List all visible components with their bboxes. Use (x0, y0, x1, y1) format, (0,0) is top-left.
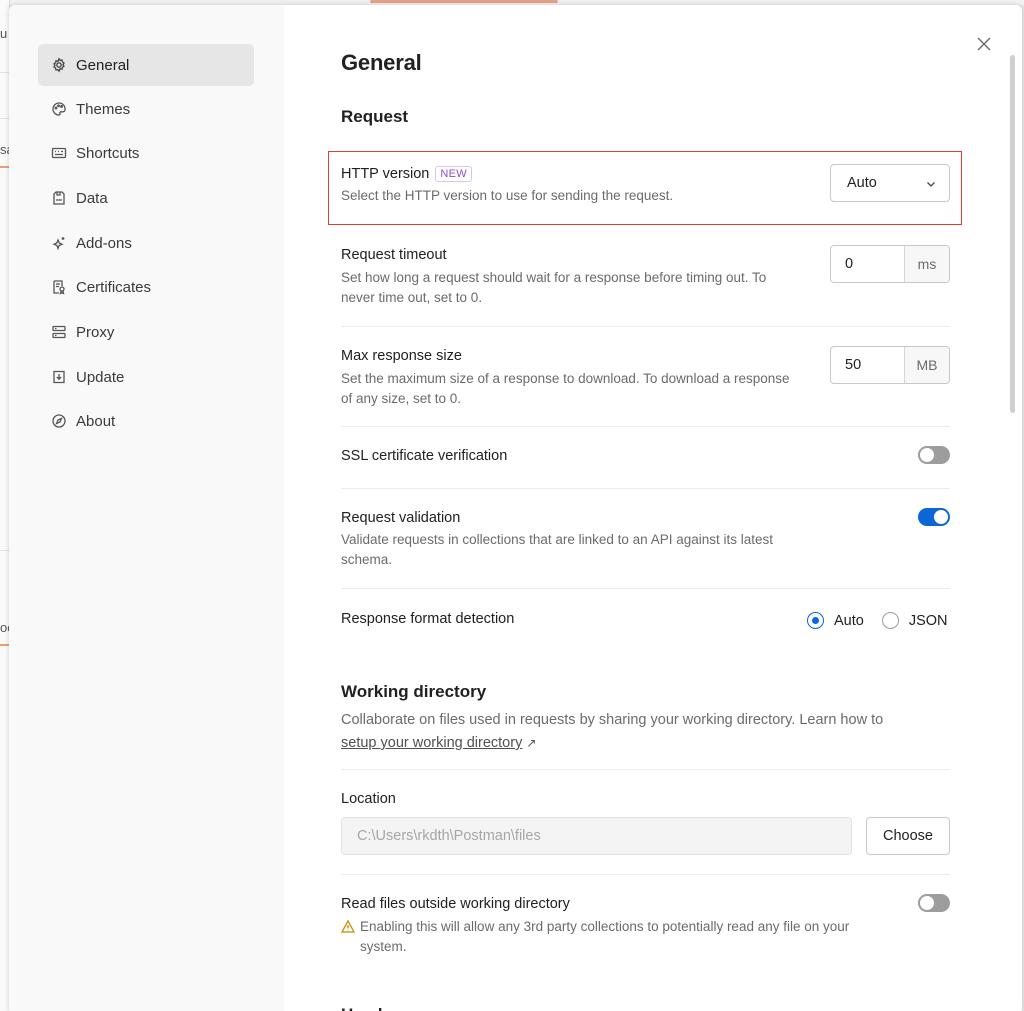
sidebar-item-label: Proxy (76, 323, 115, 341)
background-text: sa (0, 142, 9, 157)
background-text: oc (0, 620, 9, 635)
sidebar-item-label: Data (76, 189, 108, 207)
radio-auto[interactable] (807, 612, 824, 629)
divider (341, 874, 950, 875)
sparkle-icon (52, 237, 65, 251)
compass-icon (52, 414, 66, 428)
choose-button[interactable]: Choose (866, 817, 950, 855)
sidebar-item-shortcuts[interactable]: Shortcuts (38, 132, 254, 174)
certificate-icon (53, 280, 65, 295)
ssl-verification-label: SSL certificate verification (341, 448, 508, 464)
section-heading-working-directory: Working directory (341, 682, 487, 701)
read-outside-warning: Enabling this will allow any 3rd party c… (341, 917, 861, 956)
read-outside-label: Read files outside working directory (341, 896, 570, 912)
sidebar-item-themes[interactable]: Themes (38, 88, 254, 130)
settings-modal: General Themes Shortcuts Data Add-ons Ce… (9, 5, 1022, 1011)
request-timeout-value[interactable]: 0 (831, 246, 904, 282)
divider (341, 426, 950, 427)
section-heading-request: Request (341, 107, 409, 126)
sidebar-item-certificates[interactable]: Certificates (38, 266, 254, 308)
request-validation-label: Request validation (341, 510, 461, 526)
chevron-down-icon (927, 182, 935, 187)
radio-json[interactable] (881, 612, 899, 629)
response-format-radio-group: Auto JSON (807, 612, 948, 629)
response-format-label: Response format detection (341, 611, 515, 627)
divider (341, 326, 950, 327)
request-timeout-input[interactable]: 0 ms (830, 245, 950, 283)
max-response-label: Max response size (341, 348, 462, 364)
settings-sidebar: General Themes Shortcuts Data Add-ons Ce… (9, 5, 284, 1011)
toggle-knob (920, 448, 934, 462)
max-response-input[interactable]: 50 MB (830, 346, 950, 384)
sidebar-item-label: Add-ons (76, 234, 132, 252)
request-validation-desc: Validate requests in collections that ar… (341, 532, 773, 567)
palette-icon (52, 102, 66, 116)
location-input[interactable]: C:\Users\rkdth\Postman\files (341, 817, 852, 855)
download-icon (53, 370, 65, 384)
sidebar-item-add-ons[interactable]: Add-ons (38, 222, 254, 264)
sidebar-item-proxy[interactable]: Proxy (38, 311, 254, 353)
sidebar-item-general[interactable]: General (38, 44, 254, 86)
page-title: General (341, 50, 422, 75)
keyboard-icon (51, 147, 67, 159)
divider (341, 488, 950, 489)
http-version-value: Auto (847, 175, 877, 191)
divider (341, 769, 950, 770)
sidebar-item-label: General (76, 56, 130, 74)
max-response-unit: MB (904, 347, 949, 383)
sidebar-item-label: About (76, 412, 116, 430)
close-icon[interactable] (975, 35, 993, 53)
sidebar-item-label: Shortcuts (76, 144, 140, 162)
read-outside-toggle[interactable] (918, 894, 950, 912)
radio-auto-label[interactable]: Auto (834, 613, 864, 629)
http-version-label-text: HTTP version (341, 166, 430, 182)
request-validation-toggle[interactable] (918, 508, 950, 526)
background-text: u (0, 26, 8, 41)
request-timeout-label: Request timeout (341, 247, 447, 263)
setup-working-directory-link[interactable]: setup your working directory (341, 735, 522, 751)
ssl-verification-toggle[interactable] (918, 446, 950, 464)
sidebar-item-label: Themes (76, 100, 131, 118)
section-heading-next: Headers (341, 1001, 408, 1011)
radio-json-label[interactable]: JSON (909, 613, 948, 629)
sidebar-item-data[interactable]: Data (38, 177, 254, 219)
http-version-select[interactable]: Auto (830, 164, 950, 202)
background-tab-accent (370, 0, 558, 3)
location-label: Location (341, 791, 396, 807)
settings-content: General Request HTTP version NEW Select t… (341, 5, 950, 1011)
new-badge: NEW (435, 166, 472, 182)
max-response-desc: Set the maximum size of a response to do… (341, 371, 790, 406)
request-timeout-desc: Set how long a request should wait for a… (341, 270, 767, 305)
sidebar-item-label: Update (76, 368, 125, 386)
gear-icon (53, 57, 65, 73)
working-directory-desc: Collaborate on files used in requests by… (341, 709, 901, 755)
http-version-label: HTTP version NEW (341, 166, 472, 182)
external-link-icon: ↗ (526, 736, 537, 750)
sidebar-item-update[interactable]: Update (38, 356, 254, 398)
working-directory-desc-text: Collaborate on files used in requests by… (341, 712, 884, 728)
sidebar-item-label: Certificates (76, 278, 152, 296)
read-outside-warning-text: Enabling this will allow any 3rd party c… (360, 919, 850, 954)
max-response-value[interactable]: 50 (831, 347, 904, 383)
toggle-knob (934, 510, 948, 524)
database-icon (53, 191, 65, 205)
warning-icon (341, 920, 355, 933)
toggle-knob (920, 896, 934, 910)
server-icon (52, 325, 66, 339)
divider (341, 588, 950, 589)
scrollbar[interactable] (1010, 55, 1015, 413)
http-version-desc: Select the HTTP version to use for sendi… (341, 188, 674, 203)
request-timeout-unit: ms (904, 246, 949, 282)
sidebar-item-about[interactable]: About (38, 400, 254, 442)
